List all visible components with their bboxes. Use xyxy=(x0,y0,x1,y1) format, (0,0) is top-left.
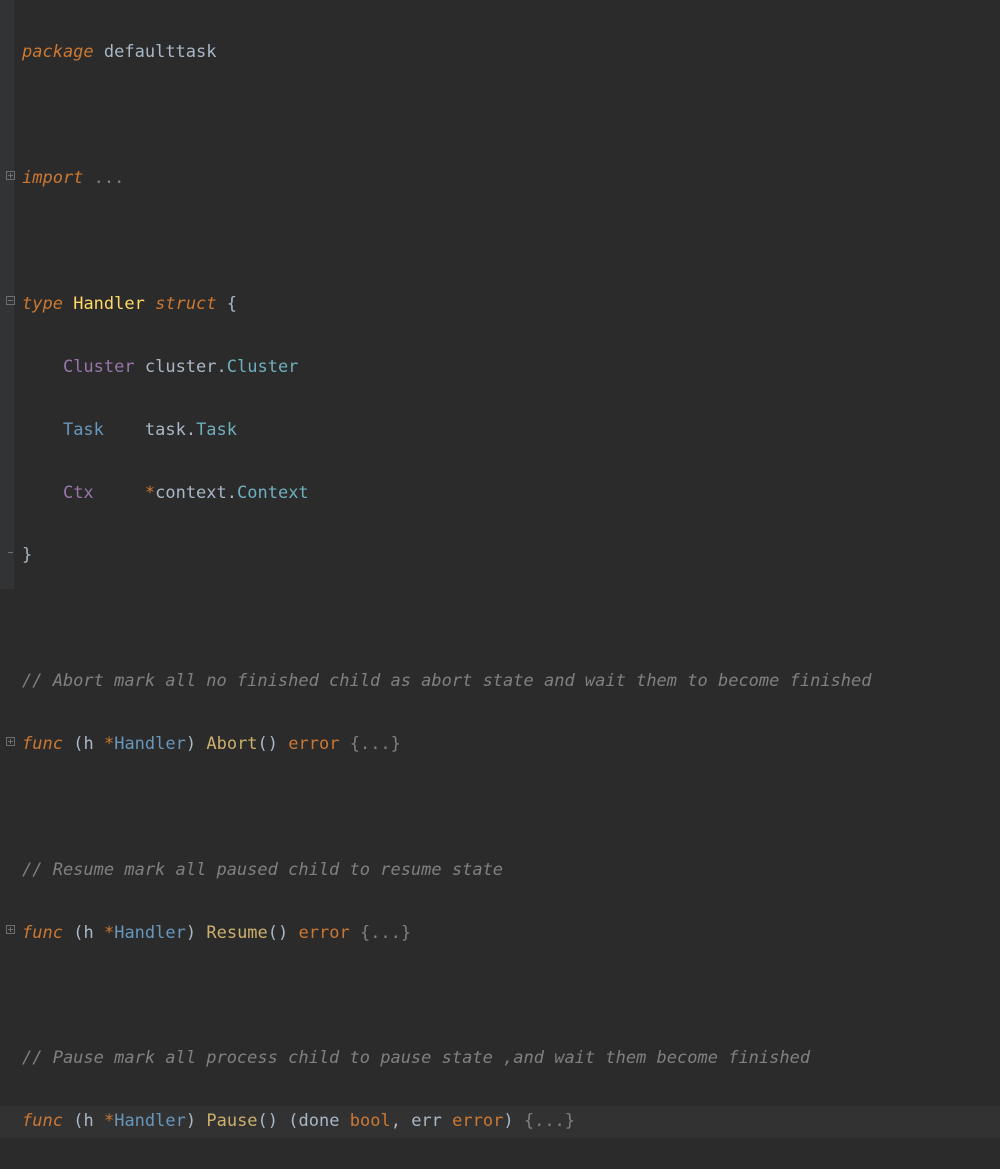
collapsed-body[interactable]: {...} xyxy=(360,923,411,943)
code-line-blank xyxy=(22,792,1000,823)
fold-toggle-icon[interactable] xyxy=(5,296,15,306)
parens: () xyxy=(258,1111,278,1131)
brace-close: } xyxy=(22,545,32,565)
pointer-star: * xyxy=(104,1111,114,1131)
param-type: bool xyxy=(350,1111,391,1131)
return-type: error xyxy=(288,734,339,754)
fold-toggle-icon[interactable] xyxy=(5,925,15,935)
keyword-func: func xyxy=(22,734,63,754)
field-name: Cluster xyxy=(63,357,135,377)
fold-end-icon[interactable] xyxy=(5,547,15,557)
code-line: type Handler struct { xyxy=(22,289,1000,320)
param-name: done xyxy=(299,1111,340,1131)
paren-close: ) xyxy=(503,1111,513,1131)
field-name: Task xyxy=(63,420,104,440)
keyword-func: func xyxy=(22,1111,63,1131)
keyword-struct: struct xyxy=(155,294,216,314)
paren-open: ( xyxy=(288,1111,298,1131)
keyword-type: type xyxy=(22,294,63,314)
type-name: Handler xyxy=(73,294,145,314)
qualifier-pkg: task xyxy=(145,420,186,440)
paren-open: ( xyxy=(73,923,83,943)
paren-close: ) xyxy=(186,734,196,754)
code-editor[interactable]: package defaulttask import ... type Hand… xyxy=(0,6,1000,1169)
method-name: Pause xyxy=(206,1111,257,1131)
field-name: Ctx xyxy=(63,483,94,503)
keyword-func: func xyxy=(22,923,63,943)
code-line: } xyxy=(22,540,1000,571)
parens: () xyxy=(258,734,278,754)
collapsed-ellipsis[interactable]: ... xyxy=(94,168,125,188)
receiver-name: h xyxy=(83,1111,93,1131)
method-name: Resume xyxy=(206,923,267,943)
param-type: error xyxy=(452,1111,503,1131)
comment: // Abort mark all no finished child as a… xyxy=(22,671,872,691)
code-line: import ... xyxy=(22,163,1000,194)
qualifier-type: Context xyxy=(237,483,309,503)
qualifier-pkg: cluster xyxy=(145,357,217,377)
keyword-package: package xyxy=(22,42,94,62)
code-line: func (h *Handler) Abort() error {...} xyxy=(22,729,1000,760)
comment: // Resume mark all paused child to resum… xyxy=(22,860,503,880)
code-line: func (h *Handler) Resume() error {...} xyxy=(22,918,1000,949)
code-line-blank xyxy=(22,603,1000,634)
return-type: error xyxy=(299,923,350,943)
code-line: Ctx *context.Context xyxy=(22,478,1000,509)
qualifier-type: Task xyxy=(196,420,237,440)
code-line: // Resume mark all paused child to resum… xyxy=(22,855,1000,886)
receiver-type: Handler xyxy=(114,1111,186,1131)
code-line: Cluster cluster.Cluster xyxy=(22,352,1000,383)
code-line: // Pause mark all process child to pause… xyxy=(22,1043,1000,1074)
paren-open: ( xyxy=(73,1111,83,1131)
keyword-import: import xyxy=(22,168,83,188)
package-name: defaulttask xyxy=(104,42,217,62)
receiver-type: Handler xyxy=(114,923,186,943)
code-line-blank xyxy=(22,100,1000,131)
collapsed-body[interactable]: {...} xyxy=(524,1111,575,1131)
qualifier-pkg: context xyxy=(155,483,227,503)
receiver-name: h xyxy=(83,923,93,943)
paren-close: ) xyxy=(186,1111,196,1131)
qualifier-type: Cluster xyxy=(227,357,299,377)
brace-open: { xyxy=(227,294,237,314)
code-line: package defaulttask xyxy=(22,37,1000,68)
code-line-blank xyxy=(22,226,1000,257)
paren-close: ) xyxy=(186,923,196,943)
pointer-star: * xyxy=(145,483,155,503)
parens: () xyxy=(268,923,288,943)
pointer-star: * xyxy=(104,734,114,754)
dot: . xyxy=(186,420,196,440)
collapsed-body[interactable]: {...} xyxy=(350,734,401,754)
comment: // Pause mark all process child to pause… xyxy=(22,1048,810,1068)
code-line-blank xyxy=(22,981,1000,1012)
dot: . xyxy=(227,483,237,503)
dot: . xyxy=(217,357,227,377)
fold-toggle-icon[interactable] xyxy=(5,170,15,180)
code-line: Task task.Task xyxy=(22,415,1000,446)
param-name: err xyxy=(411,1111,442,1131)
code-line: // Abort mark all no finished child as a… xyxy=(22,666,1000,697)
pointer-star: * xyxy=(104,923,114,943)
comma: , xyxy=(391,1111,401,1131)
code-line-current: func (h *Handler) Pause() (done bool, er… xyxy=(0,1106,1000,1137)
fold-toggle-icon[interactable] xyxy=(5,736,15,746)
receiver-name: h xyxy=(83,734,93,754)
paren-open: ( xyxy=(73,734,83,754)
method-name: Abort xyxy=(206,734,257,754)
receiver-type: Handler xyxy=(114,734,186,754)
